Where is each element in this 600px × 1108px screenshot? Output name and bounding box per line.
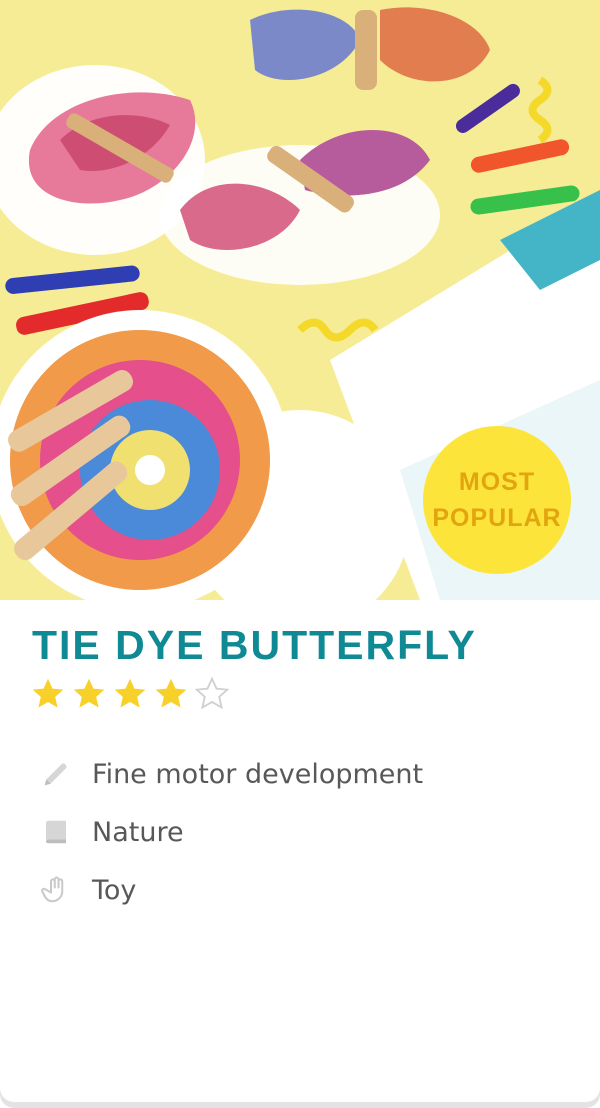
- star-icon-filled: [71, 676, 112, 716]
- feature-label: Toy: [92, 874, 137, 906]
- product-image[interactable]: MOST POPULAR: [0, 0, 600, 600]
- star-icon-filled: [153, 676, 194, 716]
- feature-item: Nature: [38, 803, 423, 861]
- feature-label: Fine motor development: [92, 758, 424, 790]
- star-icon-filled: [112, 676, 153, 716]
- feature-item: Fine motor development: [38, 745, 423, 803]
- badge-line-1: MOST: [458, 468, 536, 496]
- badge-line-2: POPULAR: [432, 504, 562, 532]
- hand-icon: [38, 872, 74, 908]
- product-title[interactable]: TIE DYE BUTTERFLY: [32, 622, 477, 669]
- star-icon-filled: [30, 676, 71, 716]
- feature-item: Toy: [38, 861, 423, 919]
- star-icon-empty: [194, 676, 235, 716]
- pencil-icon: [38, 756, 74, 792]
- product-card[interactable]: MOST POPULAR TIE DYE BUTTERFLY Fine moto…: [0, 0, 600, 1108]
- most-popular-badge: MOST POPULAR: [423, 426, 571, 574]
- star-rating: [30, 676, 235, 716]
- feature-label: Nature: [92, 816, 184, 848]
- book-icon: [38, 814, 74, 850]
- feature-list: Fine motor development Nature Toy: [38, 745, 423, 919]
